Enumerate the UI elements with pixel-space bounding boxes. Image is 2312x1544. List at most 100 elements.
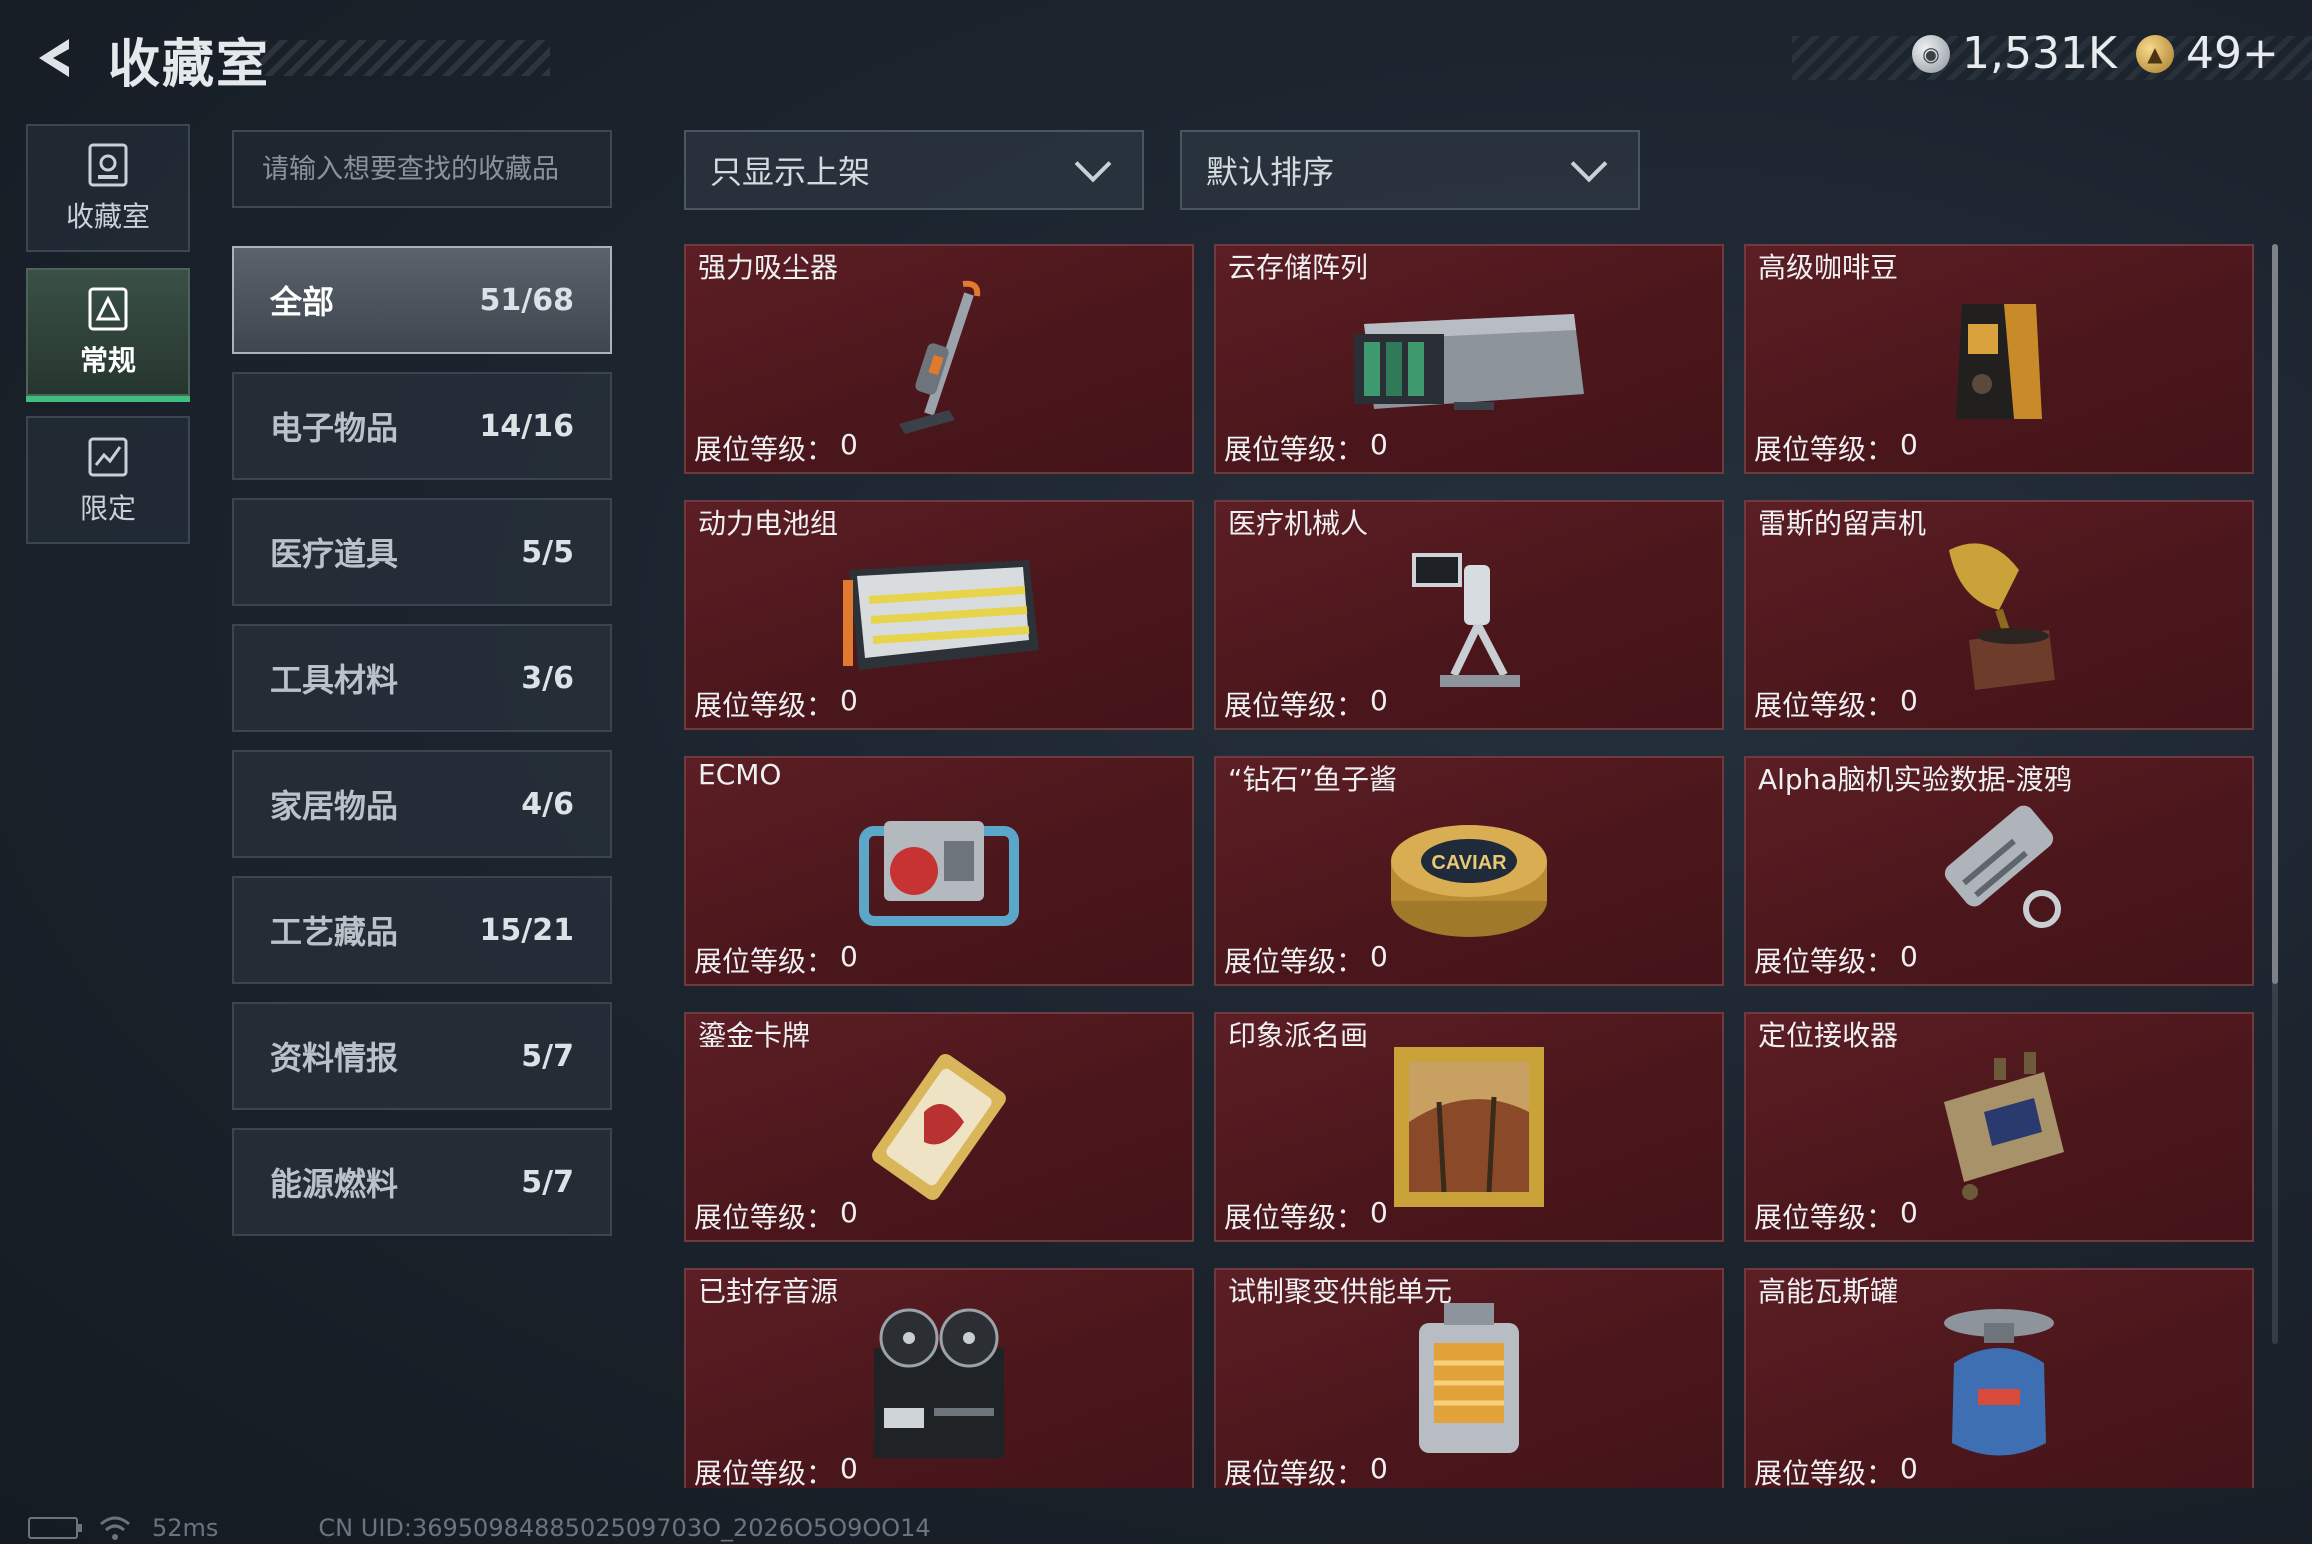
level-value: 0 [1370,428,1388,461]
collection-card[interactable]: ECMO 展位等级： 0 [684,756,1194,986]
back-button[interactable] [26,30,82,86]
category-name: 工艺藏品 [270,913,399,951]
collection-card[interactable]: 高能瓦斯罐 展位等级： 0 [1744,1268,2254,1488]
page-title: 收藏室 [108,35,271,95]
level-label: 展位等级： [1224,1457,1365,1488]
category-count: 14/16 [479,408,574,444]
category-count: 3/6 [521,660,574,696]
category-medical[interactable]: 医疗道具 5/5 [232,498,612,606]
category-intel[interactable]: 资料情报 5/7 [232,1002,612,1110]
item-level: 展位等级： 0 [1754,1452,1918,1488]
category-crafts[interactable]: 工艺藏品 15/21 [232,876,612,984]
display-filter-dropdown[interactable]: 只显示上架 [684,130,1144,210]
status-footer: 52ms CN UID:3695098488502509703O_2026O5O… [28,1512,931,1544]
category-name: 医疗道具 [270,535,399,573]
level-value: 0 [1370,1452,1388,1485]
collection-card[interactable]: 雷斯的留声机 展位等级： 0 [1744,500,2254,730]
item-name: 高级咖啡豆 [1758,251,1899,284]
level-label: 展位等级： [1224,689,1365,722]
side-tab-regular[interactable]: 常规 [26,268,190,402]
gold-card-icon [839,1042,1039,1212]
item-level: 展位等级： 0 [1224,940,1388,980]
collection-card[interactable]: 印象派名画 展位等级： 0 [1214,1012,1724,1242]
sort-dropdown[interactable]: 默认排序 [1180,130,1640,210]
level-label: 展位等级： [1224,1201,1365,1234]
item-name: 已封存音源 [698,1275,839,1308]
category-count: 5/7 [521,1038,574,1074]
search-box[interactable] [232,130,612,208]
receiver-device-icon [1899,1042,2099,1212]
collection-card[interactable]: 云存储阵列 展位等级： 0 [1214,244,1724,474]
collection-card[interactable]: Alpha脑机实验数据-渡鸦 展位等级： 0 [1744,756,2254,986]
silver-currency[interactable]: ◉ 1,531K [1912,28,2117,79]
gold-currency[interactable]: ▲ 49+ [2136,28,2279,79]
collection-card[interactable]: 高级咖啡豆 展位等级： 0 [1744,244,2254,474]
item-level: 展位等级： 0 [694,1196,858,1236]
storage-array-icon [1329,274,1609,444]
collection-card[interactable]: 试制聚变供能单元 展位等级： 0 [1214,1268,1724,1488]
collection-card[interactable]: 定位接收器 展位等级： 0 [1744,1012,2254,1242]
item-name: ECMO [698,758,782,791]
level-value: 0 [840,428,858,461]
collection-card[interactable]: 动力电池组 展位等级： 0 [684,500,1194,730]
category-count: 4/6 [521,786,574,822]
collection-card[interactable]: 医疗机械人 展位等级： 0 [1214,500,1724,730]
header: 收藏室 ◉ 1,531K ▲ 49+ [0,0,2312,120]
caviar-tin-icon: CAVIAR [1369,786,1569,956]
vacuum-cleaner-icon [839,274,1039,444]
collection-card[interactable]: “钻石”鱼子酱 CAVIAR 展位等级： 0 [1214,756,1724,986]
item-level: 展位等级： 0 [1224,428,1388,468]
category-all[interactable]: 全部 51/68 [232,246,612,354]
wifi-icon [100,1516,130,1540]
collection-card[interactable]: 鎏金卡牌 展位等级： 0 [684,1012,1194,1242]
item-level: 展位等级： 0 [694,940,858,980]
level-value: 0 [840,1452,858,1485]
category-count: 5/5 [521,534,574,570]
level-value: 0 [1900,1196,1918,1229]
level-value: 0 [1900,428,1918,461]
category-energy[interactable]: 能源燃料 5/7 [232,1128,612,1236]
display-filter-value: 只显示上架 [710,153,871,191]
item-level: 展位等级： 0 [1224,1452,1388,1488]
level-label: 展位等级： [694,433,835,466]
side-tab-limited[interactable]: 限定 [26,416,190,544]
category-electronics[interactable]: 电子物品 14/16 [232,372,612,480]
ecmo-machine-icon [839,786,1039,956]
coffee-bag-icon [1899,274,2099,444]
category-household[interactable]: 家居物品 4/6 [232,750,612,858]
collection-card[interactable]: 强力吸尘器 展位等级： 0 [684,244,1194,474]
limited-icon [88,437,128,477]
item-level: 展位等级： 0 [1224,1196,1388,1236]
side-tab-collection-room[interactable]: 收藏室 [26,124,190,252]
level-value: 0 [1370,940,1388,973]
category-tools[interactable]: 工具材料 3/6 [232,624,612,732]
item-name: 高能瓦斯罐 [1758,1275,1899,1308]
collection-card[interactable]: 已封存音源 展位等级： 0 [684,1268,1194,1488]
level-label: 展位等级： [694,1457,835,1488]
data-drive-icon [1899,786,2099,956]
caviar-label: CAVIAR [1431,852,1507,874]
side-tab-label: 限定 [79,492,136,525]
level-value: 0 [1370,684,1388,717]
level-label: 展位等级： [1754,945,1895,978]
level-value: 0 [840,684,858,717]
item-name: 医疗机械人 [1228,507,1369,540]
category-name: 家居物品 [270,787,399,825]
item-level: 展位等级： 0 [694,1452,858,1488]
grid-scrollbar[interactable] [2272,244,2278,1344]
category-name: 工具材料 [270,661,399,699]
scrollbar-thumb[interactable] [2272,244,2278,984]
gas-canister-icon [1899,1298,2099,1468]
level-label: 展位等级： [1224,945,1365,978]
chevron-down-icon [1074,145,1112,183]
item-name: 定位接收器 [1758,1019,1899,1052]
search-input[interactable] [262,153,610,185]
item-name: 动力电池组 [698,507,839,540]
item-name: 鎏金卡牌 [698,1019,811,1052]
level-label: 展位等级： [1754,689,1895,722]
level-label: 展位等级： [1754,1201,1895,1234]
silver-currency-value: 1,531K [1962,28,2117,79]
battery-icon [28,1517,82,1539]
item-level: 展位等级： 0 [1754,940,1918,980]
back-arrow-icon [39,39,69,77]
